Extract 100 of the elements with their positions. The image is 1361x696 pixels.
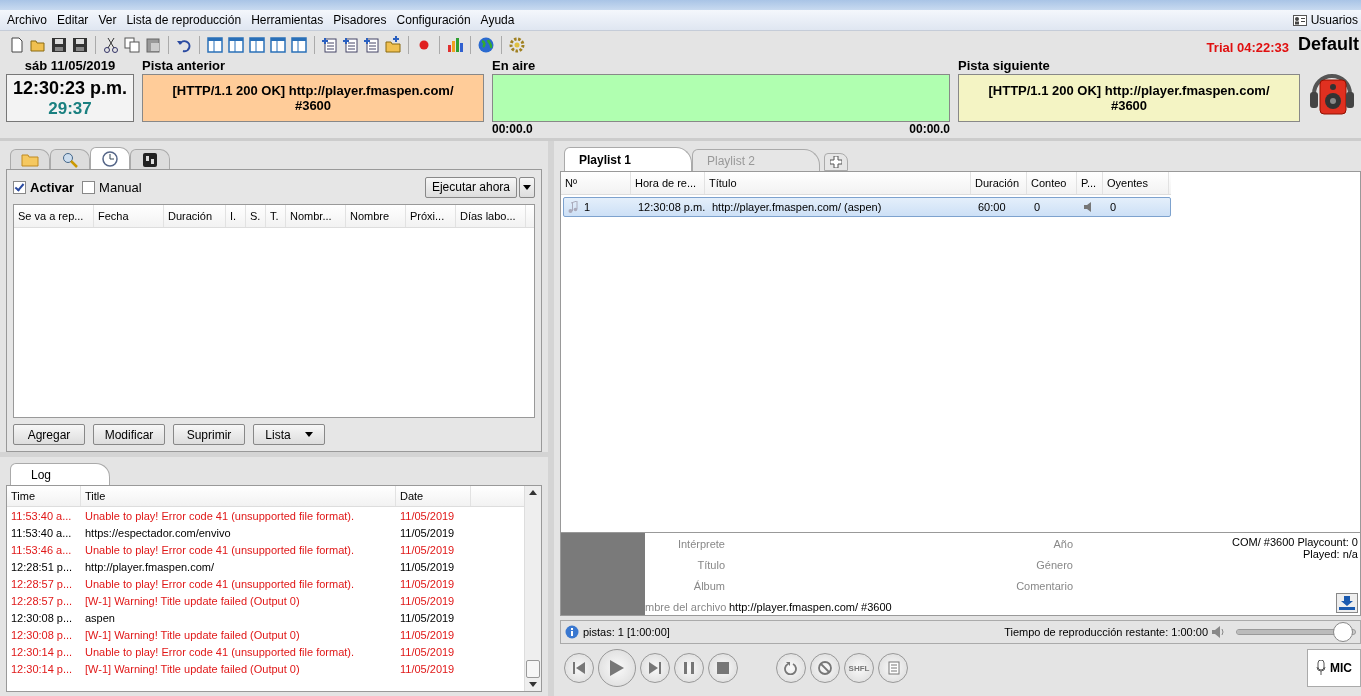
save-all-icon[interactable] — [71, 35, 89, 54]
column-header[interactable]: Title — [81, 486, 396, 506]
track-listeners: 0 — [1109, 201, 1118, 213]
previous-button[interactable] — [564, 653, 594, 683]
column-header[interactable]: I. — [226, 205, 246, 227]
new-file-icon[interactable] — [8, 35, 26, 54]
log-tab[interactable]: Log — [10, 463, 110, 485]
bar-chart-icon[interactable] — [446, 35, 464, 54]
activate-checkbox[interactable]: Activar — [13, 179, 75, 195]
prohibited-icon — [818, 661, 832, 675]
paste-icon[interactable] — [144, 35, 162, 54]
layout-icon[interactable] — [290, 35, 308, 54]
column-header[interactable]: Se va a rep... — [14, 205, 94, 227]
column-header[interactable]: Título — [705, 172, 971, 194]
stop-button[interactable] — [708, 653, 738, 683]
log-date: 11/05/2019 — [399, 560, 456, 573]
shuffle-button[interactable]: SHFL — [844, 653, 874, 683]
column-header[interactable]: Nombr... — [286, 205, 346, 227]
scrollbar[interactable] — [524, 486, 541, 691]
scroll-thumb[interactable] — [526, 660, 540, 678]
playlist-icon[interactable] — [363, 35, 381, 54]
column-header[interactable]: Fecha — [94, 205, 164, 227]
action-button[interactable]: Modificar — [93, 424, 165, 445]
field-label: mbre del archivo — [645, 600, 725, 613]
action-button[interactable]: Suprimir — [173, 424, 245, 445]
action-button[interactable]: Agregar — [13, 424, 85, 445]
menu-item[interactable]: Ayuda — [475, 13, 520, 27]
column-header[interactable]: Date — [396, 486, 471, 506]
pause-button[interactable] — [674, 653, 704, 683]
track-number: 1 — [584, 201, 591, 213]
mixer-icon — [142, 151, 158, 168]
column-header[interactable]: Conteo — [1027, 172, 1077, 194]
remaining-time-text: Tiempo de reproducción restante: 1:00:00 — [1004, 626, 1208, 638]
next-button[interactable] — [640, 653, 670, 683]
log-message: http://player.fmaspen.com/ — [84, 560, 215, 573]
column-header[interactable]: Próxi... — [406, 205, 456, 227]
track-count: 0 — [1033, 201, 1042, 213]
folder-add-icon[interactable] — [384, 35, 402, 54]
playlist-button[interactable] — [878, 653, 908, 683]
manual-checkbox[interactable]: Manual — [82, 179, 142, 195]
menu-item[interactable]: Configuración — [391, 13, 476, 27]
save-icon[interactable] — [50, 35, 68, 54]
log-message: Unable to play! Error code 41 (unsupported file format). — [84, 509, 356, 522]
menu-item[interactable]: Ver — [93, 13, 122, 27]
layout-icon[interactable] — [227, 35, 245, 54]
playlist-add-icon[interactable] — [321, 35, 339, 54]
column-header[interactable]: Duración — [971, 172, 1027, 194]
log-time: 12:30:14 p... — [10, 662, 74, 675]
menu-item[interactable]: Herramientas — [246, 13, 329, 27]
action-button[interactable]: Lista — [253, 424, 325, 445]
column-header[interactable]: Hora de re... — [631, 172, 705, 194]
column-header[interactable]: Time — [7, 486, 81, 506]
playlist-icon[interactable] — [342, 35, 360, 54]
remaining-time: 00:00.0 — [909, 122, 950, 136]
caret-icon — [304, 432, 313, 437]
column-header[interactable]: Nombre — [346, 205, 406, 227]
gear-icon[interactable] — [508, 35, 526, 54]
music-note-icon — [568, 201, 578, 213]
repeat-button[interactable] — [776, 653, 806, 683]
log-date: 11/05/2019 — [399, 594, 456, 607]
users-button[interactable]: Usuarios — [1289, 13, 1361, 27]
column-header[interactable]: Duración — [164, 205, 226, 227]
log-time: 11:53:40 a... — [10, 509, 73, 522]
layout-icon[interactable] — [206, 35, 224, 54]
menu-item[interactable]: Lista de reproducción — [121, 13, 247, 27]
layout-icon[interactable] — [248, 35, 266, 54]
column-header[interactable]: T. — [266, 205, 286, 227]
copy-icon[interactable] — [123, 35, 141, 54]
scroll-down-icon[interactable] — [529, 682, 537, 687]
add-tab-button[interactable] — [824, 153, 848, 171]
next-track-label: Pista siguiente — [958, 58, 1051, 74]
log-message: Unable to play! Error code 41 (unsupported file format). — [84, 543, 356, 556]
log-date: 11/05/2019 — [399, 577, 456, 590]
column-header[interactable]: P... — [1077, 172, 1103, 194]
panel-tab[interactable] — [130, 149, 170, 169]
layout-icon[interactable] — [269, 35, 287, 54]
profile-name: Default — [1298, 34, 1359, 55]
block-button[interactable] — [810, 653, 840, 683]
field-label: Título — [696, 558, 725, 571]
volume-slider[interactable] — [1236, 622, 1356, 642]
column-header[interactable]: Oyentes — [1103, 172, 1169, 194]
column-header[interactable]: Nº — [561, 172, 631, 194]
previous-track-text: [HTTP/1.1 200 OK] http://player.fmaspen.com/ #3600 — [171, 83, 455, 113]
mic-button[interactable]: MIC — [1307, 649, 1361, 687]
panel-tab[interactable] — [90, 147, 130, 169]
log-date: 11/05/2019 — [399, 611, 456, 624]
playlist-tab[interactable]: Playlist 1 — [564, 147, 692, 171]
play-button[interactable] — [598, 649, 636, 687]
globe-icon[interactable] — [477, 35, 495, 54]
menu-item[interactable]: Editar — [52, 13, 94, 27]
cut-icon[interactable] — [102, 35, 120, 54]
column-header[interactable]: S. — [246, 205, 266, 227]
dropdown-button[interactable] — [519, 176, 535, 198]
run-now-button[interactable]: Ejecutar ahora — [424, 176, 517, 198]
playlist-row[interactable]: 1 12:30:08 p.m. http://player.fmaspen.com/ (aspen) 60:00 0 0 — [563, 197, 1171, 217]
scroll-up-icon[interactable] — [529, 490, 537, 495]
column-header[interactable]: Días labo... — [456, 205, 526, 227]
download-button[interactable] — [1336, 593, 1358, 613]
menu-item[interactable]: Archivo — [2, 13, 52, 27]
menu-item[interactable]: Pisadores — [328, 13, 392, 27]
